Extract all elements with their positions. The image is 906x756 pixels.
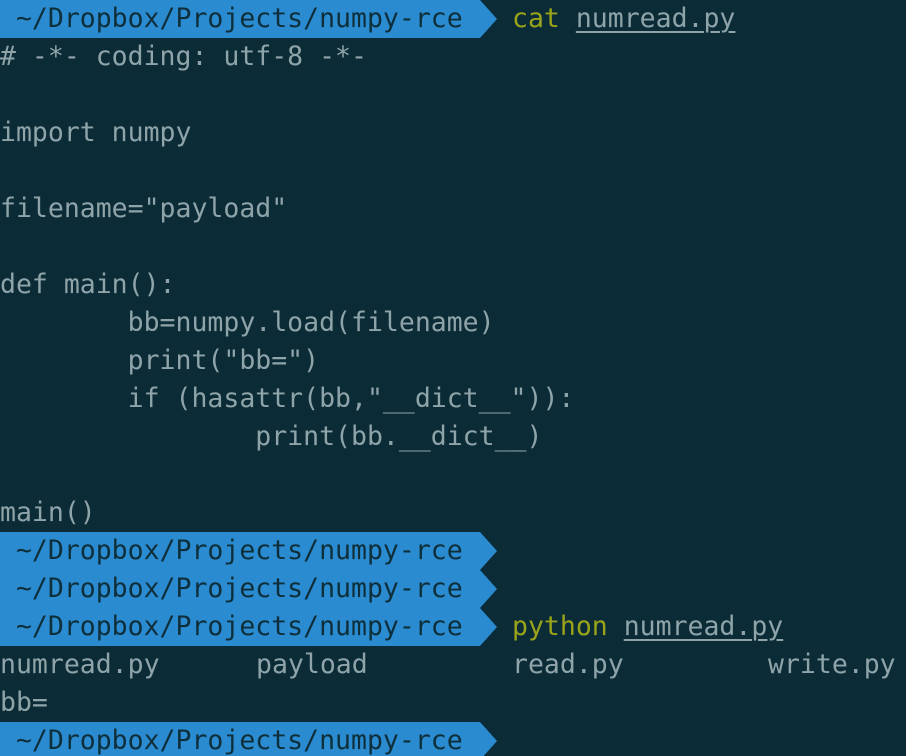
- prompt-path: ~/Dropbox/Projects/numpy-rce: [0, 535, 463, 566]
- code-line: # -*- coding: utf-8 -*-: [0, 41, 367, 72]
- prompt-path: ~/Dropbox/Projects/numpy-rce: [0, 725, 463, 756]
- prompt-line: ~/Dropbox/Projects/numpy-rce: [0, 532, 906, 570]
- command-name: python: [512, 611, 608, 642]
- file-entry: write.py: [768, 649, 896, 680]
- code-line: filename="payload": [0, 193, 288, 224]
- prompt-path: ~/Dropbox/Projects/numpy-rce: [0, 3, 463, 34]
- prompt-path: ~/Dropbox/Projects/numpy-rce: [0, 573, 463, 604]
- program-output: bb=: [0, 687, 48, 718]
- code-line: print(bb.__dict__): [0, 421, 543, 452]
- code-line: def main():: [0, 269, 176, 300]
- code-line: bb=numpy.load(filename): [0, 307, 495, 338]
- file-entry: numread.py: [0, 649, 160, 680]
- terminal-window[interactable]: ~/Dropbox/Projects/numpy-rce cat numread…: [0, 0, 906, 756]
- prompt-segment: ~/Dropbox/Projects/numpy-rce: [0, 0, 497, 38]
- prompt-path: ~/Dropbox/Projects/numpy-rce: [0, 611, 463, 642]
- prompt-line: ~/Dropbox/Projects/numpy-rce: [0, 570, 906, 608]
- ls-output: numread.py payload read.py write.py: [0, 646, 906, 684]
- code-line: main(): [0, 497, 96, 528]
- command-argument: numread.py: [575, 3, 736, 34]
- prompt-segment: ~/Dropbox/Projects/numpy-rce: [0, 532, 497, 570]
- prompt-line: ~/Dropbox/Projects/numpy-rce python numr…: [0, 608, 906, 646]
- file-entry: payload: [256, 649, 368, 680]
- prompt-line-current[interactable]: ~/Dropbox/Projects/numpy-rce: [0, 722, 906, 756]
- prompt-segment: ~/Dropbox/Projects/numpy-rce: [0, 722, 497, 756]
- prompt-segment: ~/Dropbox/Projects/numpy-rce: [0, 570, 497, 608]
- file-entry: read.py: [512, 649, 624, 680]
- code-line: import numpy: [0, 117, 192, 148]
- prompt-line: ~/Dropbox/Projects/numpy-rce cat numread…: [0, 0, 906, 38]
- prompt-segment: ~/Dropbox/Projects/numpy-rce: [0, 608, 497, 646]
- command-argument: numread.py: [623, 611, 784, 642]
- code-line: print("bb="): [0, 345, 320, 376]
- command-name: cat: [512, 3, 560, 34]
- code-line: if (hasattr(bb,"__dict__")):: [0, 383, 575, 414]
